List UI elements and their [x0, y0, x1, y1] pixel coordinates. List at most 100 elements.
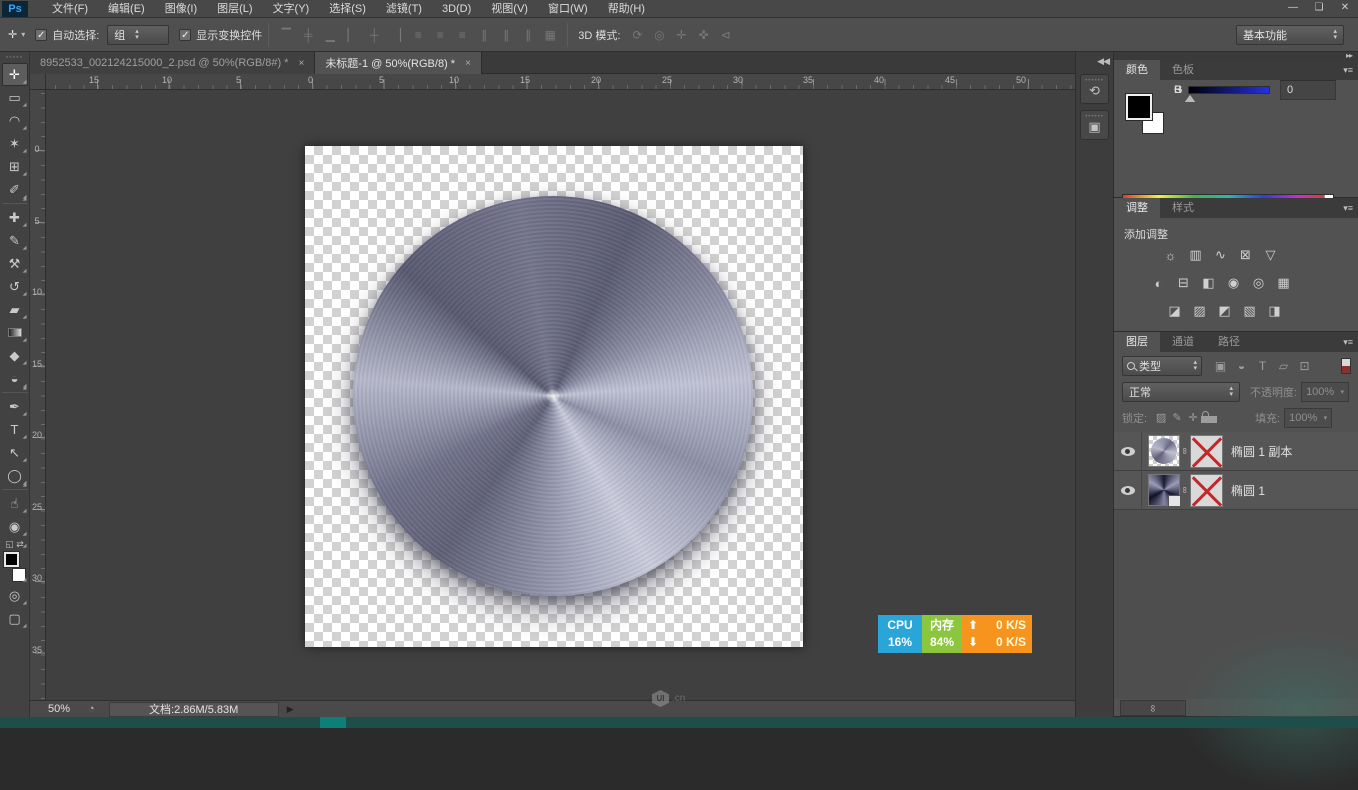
- hand-tool[interactable]: ☝ ◢: [2, 492, 28, 515]
- align-top-icon[interactable]: ▔: [275, 25, 297, 45]
- filter-adjustment-icon[interactable]: ◒: [1231, 359, 1252, 373]
- align-right-icon[interactable]: ▕: [385, 25, 407, 45]
- layer-name[interactable]: 椭圆 1: [1231, 482, 1265, 499]
- zoom-tool[interactable]: ◉ ◢: [2, 515, 28, 538]
- black-white-icon[interactable]: ◧: [1196, 274, 1221, 292]
- document-tab[interactable]: 8952533_002124215000_2.psd @ 50%(RGB/8#)…: [30, 52, 315, 74]
- menu-item[interactable]: 图层(L): [207, 0, 262, 18]
- gradient-map-icon[interactable]: ▧: [1237, 302, 1262, 320]
- menu-item[interactable]: 编辑(E): [98, 0, 155, 18]
- 3d-scale-icon[interactable]: ⊲: [714, 25, 736, 45]
- distribute-top-icon[interactable]: ≡: [407, 25, 429, 45]
- vibrance-icon[interactable]: ▽: [1258, 246, 1283, 264]
- layer-name[interactable]: 椭圆 1 副本: [1231, 443, 1292, 460]
- panel-menu-icon[interactable]: ▾≡: [1343, 60, 1353, 80]
- show-transform-checkbox[interactable]: ✓: [179, 29, 191, 41]
- filter-type-icon[interactable]: T: [1252, 359, 1273, 373]
- channel-value-field[interactable]: 0: [1280, 80, 1336, 100]
- document-info-field[interactable]: 文档:2.86M/5.83M: [109, 702, 279, 717]
- minimize-button[interactable]: —: [1280, 0, 1306, 18]
- auto-select-dropdown[interactable]: 组 ▴▾: [107, 25, 169, 45]
- marquee-tool[interactable]: ▭ ◢: [2, 86, 28, 109]
- taskbar-item[interactable]: [320, 717, 346, 728]
- history-panel-button[interactable]: •••••• ⟲: [1080, 74, 1109, 104]
- distribute-right-icon[interactable]: ∥: [517, 25, 539, 45]
- distribute-bottom-icon[interactable]: ≡: [451, 25, 473, 45]
- tab-styles[interactable]: 样式: [1160, 198, 1206, 218]
- blur-tool[interactable]: ◆ ◢: [2, 344, 28, 367]
- palette-grip[interactable]: ▪▪▪▪▪: [6, 54, 23, 62]
- photo-filter-icon[interactable]: ◉: [1221, 274, 1246, 292]
- tab-color[interactable]: 颜色: [1114, 60, 1160, 80]
- fill-field[interactable]: 100%▾: [1284, 408, 1332, 428]
- vector-mask-thumbnail[interactable]: [1190, 474, 1223, 507]
- layer-row[interactable]: ∞ 椭圆 1 副本: [1114, 432, 1358, 471]
- channel-mixer-icon[interactable]: ◎: [1246, 274, 1271, 292]
- menu-item[interactable]: 文件(F): [42, 0, 98, 18]
- status-flyout-arrow[interactable]: ▶: [287, 704, 294, 715]
- tab-adjustments[interactable]: 调整: [1114, 198, 1160, 218]
- menu-item[interactable]: 滤镜(T): [376, 0, 432, 18]
- visibility-toggle[interactable]: [1114, 432, 1142, 471]
- eraser-tool[interactable]: ▰ ◢: [2, 298, 28, 321]
- tab-swatches[interactable]: 色板: [1160, 60, 1206, 80]
- slider-thumb-icon[interactable]: [1185, 95, 1195, 102]
- menu-item[interactable]: 帮助(H): [598, 0, 655, 18]
- lock-all-icon[interactable]: [1201, 411, 1217, 426]
- layer-thumbnail[interactable]: [1148, 435, 1180, 467]
- link-layers-button[interactable]: ∞: [1120, 700, 1186, 716]
- levels-icon[interactable]: ▥: [1183, 246, 1208, 264]
- magic-wand-tool[interactable]: ✶ ◢: [2, 132, 28, 155]
- type-tool[interactable]: T ◢: [2, 418, 28, 441]
- align-left-icon[interactable]: ▏: [341, 25, 363, 45]
- selective-color-icon[interactable]: ◨: [1262, 302, 1287, 320]
- close-tab-icon[interactable]: ×: [465, 58, 471, 69]
- posterize-icon[interactable]: ▨: [1187, 302, 1212, 320]
- lock-transparent-icon[interactable]: ▨: [1153, 411, 1169, 426]
- foreground-swatch[interactable]: [1126, 94, 1152, 120]
- properties-panel-button[interactable]: •••••• ▣: [1080, 110, 1109, 140]
- color-lookup-icon[interactable]: ▦: [1271, 274, 1296, 292]
- quick-mask-button[interactable]: ◎ ◢: [2, 584, 28, 607]
- channel-slider[interactable]: [1188, 86, 1270, 94]
- layer-filter-type-dropdown[interactable]: 类型 ▴▾: [1122, 356, 1202, 376]
- move-tool[interactable]: ✛ ◢: [2, 63, 28, 86]
- align-bottom-icon[interactable]: ▁: [319, 25, 341, 45]
- visibility-toggle[interactable]: [1114, 471, 1142, 510]
- menu-item[interactable]: 视图(V): [481, 0, 538, 18]
- brightness-contrast-icon[interactable]: ☼: [1158, 246, 1183, 264]
- panel-menu-icon[interactable]: ▾≡: [1343, 198, 1353, 218]
- invert-icon[interactable]: ◪: [1162, 302, 1187, 320]
- close-button[interactable]: ✕: [1332, 0, 1358, 18]
- workspace-dropdown[interactable]: 基本功能 ▴▾: [1236, 25, 1344, 45]
- curves-icon[interactable]: ∿: [1208, 246, 1233, 264]
- distribute-hcenter-icon[interactable]: ∥: [495, 25, 517, 45]
- color-balance-icon[interactable]: ⊟: [1171, 274, 1196, 292]
- threshold-icon[interactable]: ◩: [1212, 302, 1237, 320]
- path-select-tool[interactable]: ↖ ◢: [2, 441, 28, 464]
- auto-align-icon[interactable]: ▦: [539, 25, 561, 45]
- menu-item[interactable]: 选择(S): [319, 0, 376, 18]
- dock-header[interactable]: ▸▸: [1114, 52, 1358, 60]
- crop-tool[interactable]: ⊞ ◢: [2, 155, 28, 178]
- layer-row[interactable]: ∞ 椭圆 1: [1114, 471, 1358, 510]
- filter-pixel-icon[interactable]: ▣: [1210, 359, 1231, 373]
- sep3[interactable]: ◢: [2, 489, 28, 490]
- clone-stamp-tool[interactable]: ⚒ ◢: [2, 252, 28, 275]
- exposure-icon[interactable]: ⊠: [1233, 246, 1258, 264]
- filter-smartobject-icon[interactable]: ⊡: [1294, 359, 1315, 373]
- expand-panels-icon[interactable]: ◀◀: [1097, 56, 1109, 67]
- align-vcenter-icon[interactable]: ╪: [297, 25, 319, 45]
- layer-thumbnail[interactable]: [1148, 474, 1180, 506]
- gradient-tool[interactable]: ◢: [2, 321, 28, 344]
- sep1[interactable]: ◢: [2, 203, 28, 204]
- canvas-viewport[interactable]: [46, 90, 1075, 700]
- blend-mode-dropdown[interactable]: 正常 ▴▾: [1122, 382, 1240, 402]
- distribute-left-icon[interactable]: ∥: [473, 25, 495, 45]
- menu-item[interactable]: 3D(D): [432, 0, 481, 18]
- tab-channels[interactable]: 通道: [1160, 332, 1206, 352]
- swap-colors-icon[interactable]: ◱ ⇄ ◢: [2, 538, 28, 550]
- 3d-drag-icon[interactable]: ✛: [670, 25, 692, 45]
- tab-layers[interactable]: 图层: [1114, 332, 1160, 352]
- current-tool-badge[interactable]: ✛ ▾: [8, 28, 25, 41]
